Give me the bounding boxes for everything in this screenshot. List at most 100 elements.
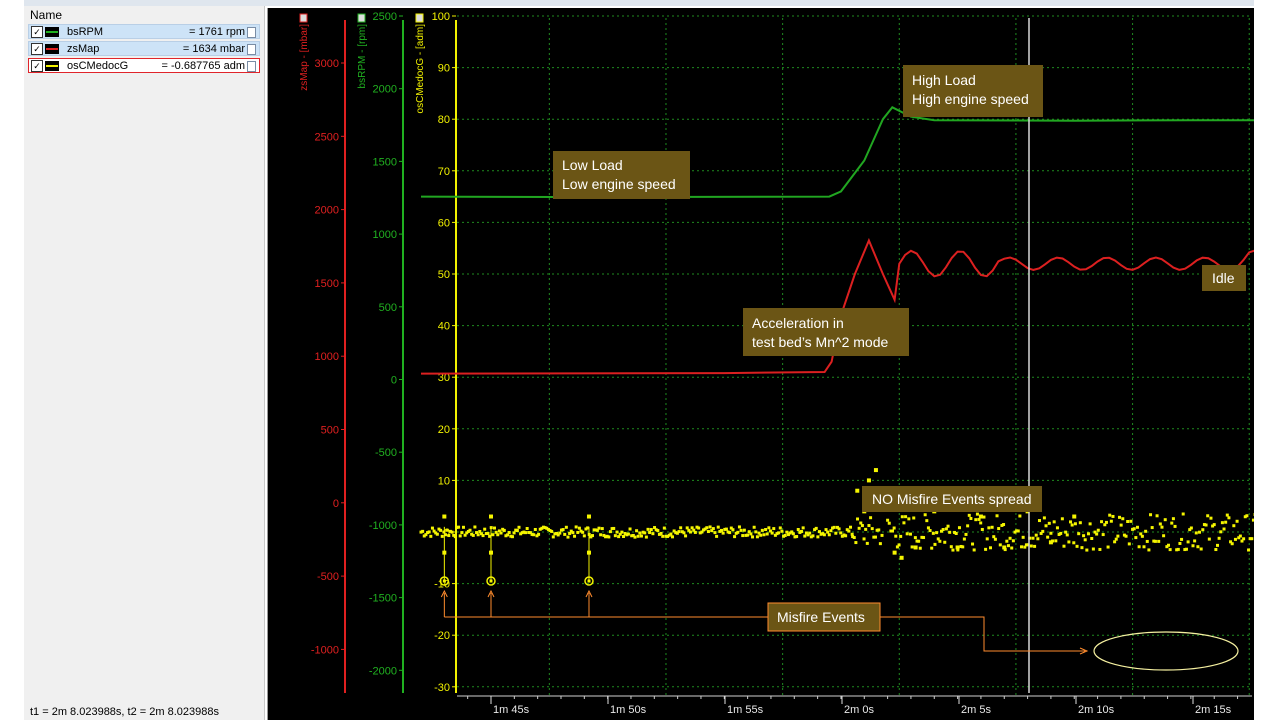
axis-tick-label: 20 [438,424,450,436]
data-point [1036,537,1040,541]
data-point [902,521,906,525]
x-axis-tick-label: 1m 50s [610,704,647,716]
axis-title: zsMap - [mbar] [299,24,310,91]
data-point [622,534,626,538]
data-point [870,527,874,531]
signal-checkbox-oscmedocg[interactable]: ✓ [31,60,43,72]
data-point [607,535,611,539]
data-point [582,534,586,538]
data-point [985,537,989,541]
connector-line [880,616,1085,652]
data-point [866,478,871,483]
data-point [1171,517,1175,521]
data-point [1127,542,1131,546]
data-point [1233,537,1237,541]
data-point [1082,534,1086,538]
signal-row-zsmap[interactable]: ✓ zsMap = 1634 mbar [28,41,260,56]
data-point [877,528,881,532]
data-point [1096,528,1100,532]
data-point [826,530,830,534]
axis-tick-label: 1000 [373,229,397,241]
data-point [780,529,784,533]
axis-title: bsRPM - [rpm] [357,24,368,89]
data-point [1207,537,1211,541]
data-point [754,530,758,534]
signal-checkbox-bsrpm[interactable]: ✓ [31,26,43,38]
data-point [646,527,650,531]
data-point [1002,523,1006,527]
data-point [974,518,978,522]
document-icon[interactable] [247,44,256,55]
data-point [1062,544,1066,548]
data-point [1217,536,1221,540]
data-point [928,529,932,533]
data-point [457,525,461,529]
data-point [481,534,485,538]
data-point [765,532,769,536]
lock-icon [299,13,308,23]
data-point [1086,532,1090,536]
data-point [661,534,665,538]
signal-value-zsmap: = 1634 mbar [182,43,245,55]
axis-tick-label: -20 [434,630,450,642]
name-column-header[interactable]: Name [30,8,62,22]
window-right-edge [1254,0,1280,720]
data-point [1116,534,1120,538]
document-icon[interactable] [247,27,256,38]
data-point [997,527,1001,531]
data-point [656,529,660,533]
data-point [1235,519,1239,523]
data-point [427,530,431,534]
data-point [1225,513,1229,517]
data-point [741,534,745,538]
data-point [566,535,570,539]
data-point [966,524,970,528]
data-point [772,527,776,531]
data-point [873,535,877,539]
data-point [1060,517,1064,521]
data-point [445,528,449,532]
data-point [801,526,805,530]
data-point [1072,514,1077,519]
data-point [483,527,487,531]
axis-tick-label: 3000 [315,58,339,70]
data-point [931,531,935,535]
data-point [586,514,591,519]
signal-row-oscmedocg[interactable]: ✓ osCMedocG = -0.687765 adm [28,58,260,73]
data-point [473,525,477,529]
data-point [892,526,896,530]
data-point [636,534,640,538]
signal-value-bsrpm: = 1761 rpm [189,26,245,38]
data-point [561,528,565,532]
data-point [571,531,575,535]
data-point [1219,530,1223,534]
data-point [715,534,719,538]
data-point [1238,534,1242,538]
data-point [951,548,955,552]
data-point [731,528,735,532]
data-point [638,531,642,535]
data-point [1150,526,1154,530]
data-point [946,524,950,528]
data-point [496,533,500,537]
signal-row-bsrpm[interactable]: ✓ bsRPM = 1761 rpm [28,24,260,39]
signal-list-panel: Name ✓ bsRPM = 1761 rpm ✓ zsMap = 1634 m… [24,6,265,720]
data-point [612,526,616,530]
data-point [993,537,997,541]
data-point [864,527,868,531]
data-point [1168,548,1172,552]
axis-title: osCMedocG - [adm] [415,24,426,114]
data-point [510,535,514,539]
data-point [684,534,688,538]
data-point [971,542,975,546]
data-point [440,534,444,538]
data-point [1173,524,1177,528]
data-point [1037,519,1041,523]
data-point [969,516,973,520]
measurement-chart[interactable]: 300025002000150010005000-500-1000zsMap -… [267,8,1254,720]
data-point [1222,527,1226,531]
document-icon[interactable] [247,61,256,72]
signal-checkbox-zsmap[interactable]: ✓ [31,43,43,55]
axis-tick-label: 50 [438,269,450,281]
data-point [900,515,904,519]
